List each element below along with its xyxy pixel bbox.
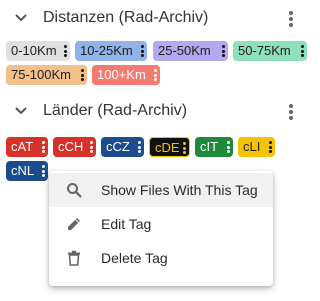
tag-menu-icon[interactable] (183, 142, 186, 154)
section-header-distanzen[interactable]: Distanzen (Rad-Archiv) (0, 3, 311, 33)
tag-menu-icon[interactable] (42, 141, 45, 153)
tag-chip[interactable]: cIT (195, 137, 233, 157)
tag-context-menu: Show Files With This Tag Edit Tag Delete… (49, 171, 273, 286)
search-icon (67, 183, 82, 198)
more-options-icon[interactable] (286, 102, 296, 122)
tag-label: 10-25Km (80, 43, 133, 58)
tag-menu-icon[interactable] (141, 45, 144, 57)
tag-chip[interactable]: 75-100Km (6, 65, 87, 85)
tag-label: 75-100Km (11, 67, 71, 82)
chevron-down-icon[interactable] (14, 104, 28, 118)
tag-menu-icon[interactable] (269, 141, 272, 153)
pencil-icon (68, 218, 80, 230)
tag-menu-icon[interactable] (301, 45, 304, 57)
tag-menu-icon[interactable] (81, 69, 84, 81)
tag-chip[interactable]: 100+Km (92, 65, 160, 85)
menu-item-edit-tag[interactable]: Edit Tag (49, 207, 273, 241)
tag-label: cNL (11, 163, 35, 178)
tag-label: cAT (11, 139, 34, 154)
tag-chip[interactable]: 50-75Km (233, 41, 307, 61)
tag-menu-icon[interactable] (154, 69, 157, 81)
chevron-down-icon[interactable] (14, 11, 28, 25)
trash-icon (68, 250, 80, 266)
tag-menu-icon[interactable] (64, 45, 67, 57)
menu-item-show-files[interactable]: Show Files With This Tag (49, 173, 273, 207)
tag-label: cLI (243, 139, 261, 154)
tag-label: 25-50Km (158, 43, 211, 58)
section-title: Länder (Rad-Archiv) (43, 102, 188, 119)
tag-menu-icon[interactable] (138, 141, 141, 153)
tag-menu-icon[interactable] (90, 141, 93, 153)
tag-label: cDE (155, 140, 180, 155)
more-options-icon[interactable] (286, 9, 296, 29)
tag-label: 50-75Km (238, 43, 291, 58)
tag-chip[interactable]: cCH (53, 137, 96, 157)
tag-menu-icon[interactable] (227, 141, 230, 153)
section-title: Distanzen (Rad-Archiv) (43, 9, 209, 26)
tag-chip[interactable]: 0-10Km (6, 41, 70, 61)
tag-label: cCH (58, 139, 84, 154)
tag-label: cCZ (106, 139, 130, 154)
tag-chip[interactable]: cCZ (101, 137, 144, 157)
menu-item-label: Show Files With This Tag (101, 182, 258, 198)
menu-item-label: Edit Tag (101, 216, 152, 232)
tag-label: cIT (200, 139, 219, 154)
menu-item-label: Delete Tag (101, 250, 168, 266)
tag-chip[interactable]: cAT (6, 137, 48, 157)
tag-chip[interactable]: 25-50Km (153, 41, 228, 61)
tag-menu-icon[interactable] (222, 45, 225, 57)
tag-label: 100+Km (97, 67, 146, 82)
section-header-laender[interactable]: Länder (Rad-Archiv) (0, 96, 311, 126)
tag-chip[interactable]: cDE (149, 137, 190, 157)
tag-chip[interactable]: 10-25Km (75, 41, 147, 61)
tag-label: 0-10Km (11, 43, 57, 58)
tag-menu-icon[interactable] (42, 165, 45, 177)
menu-item-delete-tag[interactable]: Delete Tag (49, 241, 273, 275)
tag-chip[interactable]: cLI (238, 137, 275, 157)
tag-chip[interactable]: cNL (6, 161, 48, 181)
